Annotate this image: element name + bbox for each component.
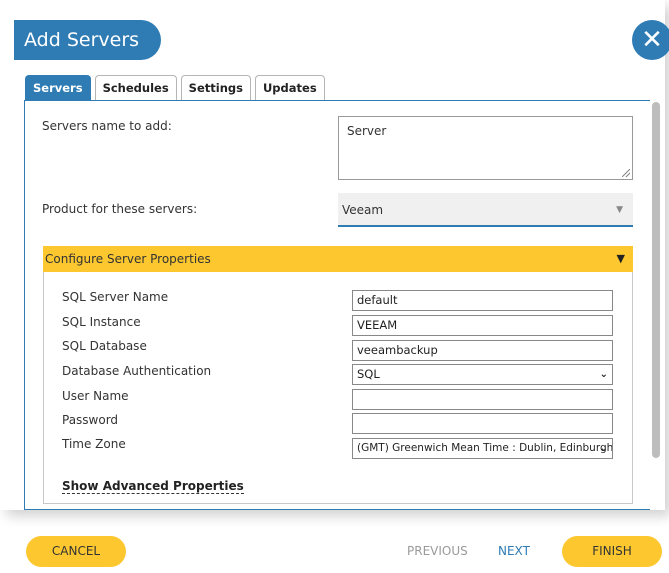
- tab-bar: Servers Schedules Settings Updates: [25, 75, 325, 100]
- password-label: Password: [62, 413, 119, 427]
- dropdown-arrow-icon: ▼: [616, 205, 623, 215]
- cancel-button[interactable]: CANCEL: [26, 536, 126, 567]
- scrollbar-thumb[interactable]: [652, 102, 660, 458]
- finish-button[interactable]: FINISH: [562, 536, 662, 567]
- time-zone-select[interactable]: (GMT) Greenwich Mean Time : Dublin, Edin…: [352, 438, 613, 459]
- sql-database-input[interactable]: veeambackup: [352, 340, 613, 361]
- dialog-title: Add Servers: [14, 20, 162, 60]
- time-zone-label: Time Zone: [62, 437, 126, 451]
- user-name-input[interactable]: [352, 389, 613, 410]
- db-auth-select[interactable]: SQL ⌄: [352, 364, 613, 385]
- configure-server-properties-header[interactable]: Configure Server Properties ▼: [43, 246, 633, 272]
- user-name-label: User Name: [62, 389, 129, 403]
- chevron-down-icon: ⌄: [599, 443, 608, 454]
- servers-name-label: Servers name to add:: [42, 119, 172, 133]
- sql-server-name-label: SQL Server Name: [62, 290, 169, 304]
- chevron-down-icon: ⌄: [599, 369, 608, 380]
- time-zone-select-value: (GMT) Greenwich Mean Time : Dublin, Edin…: [357, 442, 613, 454]
- collapse-triangle-icon: ▼: [616, 252, 625, 265]
- previous-button[interactable]: PREVIOUS: [407, 544, 468, 558]
- product-select[interactable]: Veeam ▼: [338, 193, 633, 227]
- sql-instance-input[interactable]: VEEAM: [352, 315, 613, 336]
- db-auth-label: Database Authentication: [62, 364, 212, 378]
- tab-servers[interactable]: Servers: [25, 75, 91, 100]
- password-input[interactable]: [352, 413, 613, 434]
- sql-instance-label: SQL Instance: [62, 315, 141, 329]
- sql-database-label: SQL Database: [62, 339, 147, 353]
- close-icon: ✕: [641, 25, 663, 55]
- close-button[interactable]: ✕: [632, 20, 669, 60]
- servers-name-value: Server: [347, 124, 387, 138]
- product-label: Product for these servers:: [42, 202, 198, 216]
- product-select-value: Veeam: [342, 203, 384, 217]
- tab-updates[interactable]: Updates: [254, 75, 325, 100]
- section-title: Configure Server Properties: [45, 252, 211, 266]
- db-auth-select-value: SQL: [357, 367, 380, 381]
- vertical-scrollbar[interactable]: [650, 100, 662, 510]
- servers-name-input[interactable]: Server: [338, 116, 633, 180]
- next-button[interactable]: NEXT: [498, 544, 530, 558]
- sql-server-name-input[interactable]: default: [352, 290, 613, 311]
- tab-settings[interactable]: Settings: [180, 75, 251, 100]
- show-advanced-properties-link[interactable]: Show Advanced Properties: [62, 479, 244, 494]
- tab-schedules[interactable]: Schedules: [94, 75, 177, 100]
- resize-handle-icon[interactable]: [622, 169, 630, 177]
